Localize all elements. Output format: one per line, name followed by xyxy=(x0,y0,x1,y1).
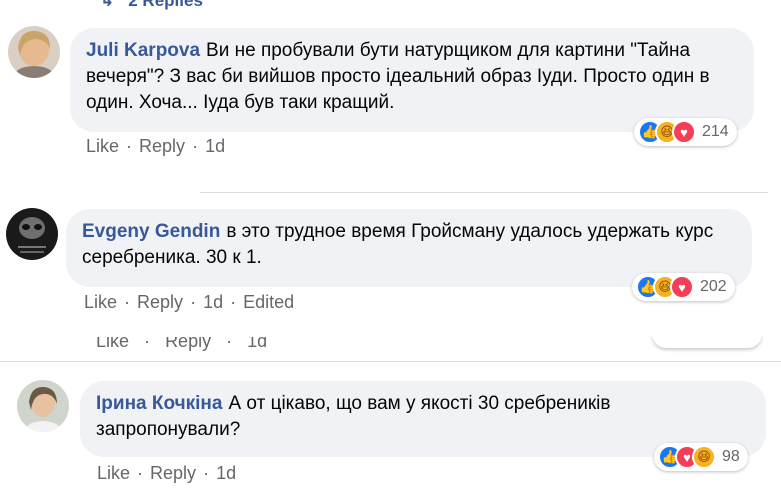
ghost-time: 1d xyxy=(247,337,268,351)
reaction-count: 214 xyxy=(702,123,729,140)
like-button[interactable]: Like xyxy=(84,292,117,313)
comment-actions: Like · Reply · 1d · Edited xyxy=(84,292,294,313)
like-button[interactable]: Like xyxy=(97,463,130,484)
screenshot-divider xyxy=(0,361,781,362)
reply-button[interactable]: Reply xyxy=(150,463,196,484)
separator-dot: · xyxy=(144,337,151,351)
reaction-count: 98 xyxy=(722,448,740,465)
reaction-count: 202 xyxy=(700,278,727,295)
separator-dot: · xyxy=(190,292,197,312)
view-replies-label: 2 Replies xyxy=(128,0,203,10)
avatar[interactable] xyxy=(6,208,58,260)
comment-bubble: Juli Karpova Ви не пробували бути натурщи… xyxy=(70,28,754,132)
avatar-photo xyxy=(6,208,58,260)
separator-dot: · xyxy=(226,337,233,351)
reactions-summary[interactable]: 👍 😆 ♥ 202 xyxy=(632,273,735,301)
comment-author[interactable]: Juli Karpova xyxy=(86,40,200,61)
separator-dot: · xyxy=(192,136,199,156)
comment-actions: Like · Reply · 1d xyxy=(97,463,236,484)
separator-dot: · xyxy=(126,136,133,156)
comment-author[interactable]: Ірина Кочкіна xyxy=(96,393,222,414)
reply-button[interactable]: Reply xyxy=(139,136,185,157)
avatar-photo xyxy=(17,380,69,432)
comment-actions: Like · Reply · 1d xyxy=(86,136,225,157)
avatar-photo xyxy=(8,26,60,78)
ghost-reply: Reply xyxy=(165,337,212,351)
separator-dot: · xyxy=(137,463,144,483)
reactions-summary[interactable]: 👍 😆 ♥ 214 xyxy=(634,118,737,146)
love-icon: ♥ xyxy=(670,275,694,299)
love-icon: ♥ xyxy=(672,120,696,144)
comment-author[interactable]: Evgeny Gendin xyxy=(82,221,220,242)
reply-arrow-icon: ↳ xyxy=(100,0,115,10)
comment-timestamp[interactable]: 1d xyxy=(205,136,225,157)
haha-icon: 😆 xyxy=(692,445,716,469)
ghost-like: Like xyxy=(96,337,130,351)
edited-label[interactable]: Edited xyxy=(243,292,294,313)
comment-timestamp[interactable]: 1d xyxy=(203,292,223,313)
view-replies-link[interactable]: ↳ 2 Replies xyxy=(100,0,203,11)
screenshot-divider xyxy=(200,192,768,193)
avatar[interactable] xyxy=(8,26,60,78)
separator-dot: · xyxy=(203,463,210,483)
clipped-reactions-pill xyxy=(652,334,762,348)
reply-button[interactable]: Reply xyxy=(137,292,183,313)
separator-dot: · xyxy=(230,292,237,312)
avatar[interactable] xyxy=(17,380,69,432)
like-button[interactable]: Like xyxy=(86,136,119,157)
clipped-actions-row: Like · Reply · 1d xyxy=(96,337,267,351)
reactions-summary[interactable]: 👍 ♥ 😆 98 xyxy=(654,443,748,471)
comment-timestamp[interactable]: 1d xyxy=(216,463,236,484)
separator-dot: · xyxy=(124,292,131,312)
